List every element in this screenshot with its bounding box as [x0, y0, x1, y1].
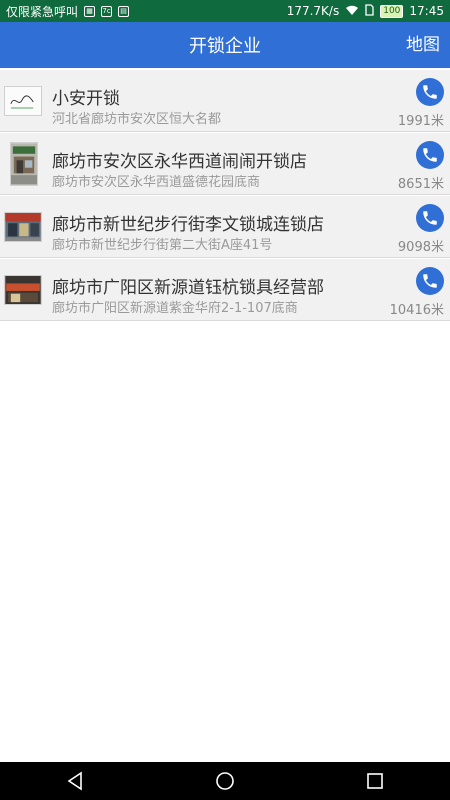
app-icon: 7c — [101, 5, 113, 17]
locksmith-list: 小安开锁 河北省廊坊市安次区恒大名都 1991米 廊坊市安次区永华西道闹闹开锁店… — [0, 70, 450, 321]
phone-call-button[interactable] — [416, 267, 444, 295]
store-name: 廊坊市安次区永华西道闹闹开锁店 — [52, 152, 307, 172]
store-thumbnail — [10, 142, 38, 186]
store-thumbnail — [4, 86, 42, 116]
list-item[interactable]: 小安开锁 河北省廊坊市安次区恒大名都 1991米 — [0, 70, 450, 132]
battery-icon: 100 — [380, 4, 404, 18]
list-item[interactable]: 廊坊市安次区永华西道闹闹开锁店 廊坊市安次区永华西道盛德花园底商 8651米 — [0, 133, 450, 195]
phone-icon — [423, 85, 437, 99]
status-bar: 仅限紧急呼叫 ▦ 7c ▤ 177.7K/s 100 17:45 — [0, 0, 450, 22]
carrier-text: 仅限紧急呼叫 — [6, 4, 79, 19]
phone-call-button[interactable] — [416, 78, 444, 106]
system-nav-bar — [0, 762, 450, 800]
store-address: 廊坊市新世纪步行街第二大街A座41号 — [52, 238, 273, 253]
clock: 17:45 — [409, 4, 444, 18]
map-button[interactable]: 地图 — [406, 22, 440, 68]
app-icon: ▤ — [118, 5, 130, 17]
phone-icon — [423, 211, 437, 225]
sim-icon — [365, 3, 374, 19]
back-icon[interactable] — [60, 766, 90, 796]
store-name: 廊坊市新世纪步行街李文锁城连锁店 — [52, 215, 324, 235]
wifi-icon — [345, 4, 359, 19]
app-icon: ▦ — [84, 5, 96, 17]
distance-label: 1991米 — [397, 114, 444, 129]
store-name: 小安开锁 — [52, 89, 120, 109]
distance-label: 10416米 — [389, 303, 444, 318]
list-item[interactable]: 廊坊市广阳区新源道钰杭锁具经营部 廊坊市广阳区新源道紫金华府2-1-107底商 … — [0, 259, 450, 321]
store-name: 廊坊市广阳区新源道钰杭锁具经营部 — [52, 278, 324, 298]
page-title: 开锁企业 — [189, 36, 261, 57]
store-address: 河北省廊坊市安次区恒大名都 — [52, 112, 222, 127]
distance-label: 9098米 — [397, 240, 444, 255]
store-thumbnail — [4, 275, 42, 305]
list-item[interactable]: 廊坊市新世纪步行街李文锁城连锁店 廊坊市新世纪步行街第二大街A座41号 9098… — [0, 196, 450, 258]
network-speed: 177.7K/s — [286, 4, 340, 18]
store-thumbnail — [4, 212, 42, 242]
phone-call-button[interactable] — [416, 204, 444, 232]
home-icon[interactable] — [210, 766, 240, 796]
recents-icon[interactable] — [360, 766, 390, 796]
store-address: 廊坊市广阳区新源道紫金华府2-1-107底商 — [52, 301, 298, 316]
app-header: 开锁企业 地图 — [0, 22, 450, 68]
phone-call-button[interactable] — [416, 141, 444, 169]
phone-icon — [423, 274, 437, 288]
distance-label: 8651米 — [397, 177, 444, 192]
store-address: 廊坊市安次区永华西道盛德花园底商 — [52, 175, 261, 190]
phone-icon — [423, 148, 437, 162]
